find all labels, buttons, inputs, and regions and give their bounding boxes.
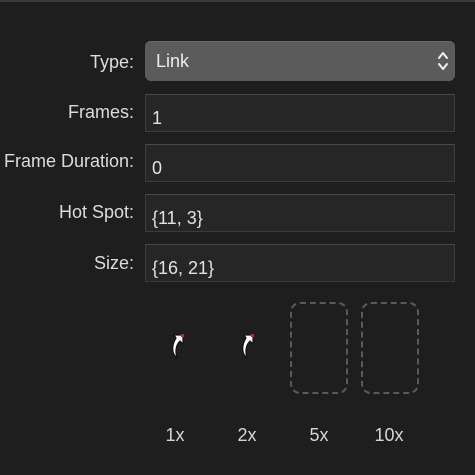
frames-label: Frames: — [67, 102, 134, 122]
preview-slot-5x[interactable] — [290, 302, 348, 394]
scale-label-10x: 10x — [374, 425, 404, 445]
type-label: Type: — [89, 52, 134, 72]
preview-slot-10x[interactable] — [361, 302, 419, 394]
cursor-inspector-panel: Type: Link Frames: 1 Frame Duration: 0 H… — [0, 0, 475, 475]
select-updown-icon — [438, 52, 448, 70]
frame-duration-field[interactable]: 0 — [145, 144, 455, 182]
top-divider — [0, 0, 475, 2]
link-cursor-icon — [242, 334, 254, 359]
type-select[interactable]: Link — [145, 41, 455, 81]
type-select-value: Link — [156, 51, 190, 71]
scale-label-2x: 2x — [237, 425, 257, 445]
size-field[interactable]: {16, 21} — [145, 244, 455, 282]
hot-spot-field[interactable]: {11, 3} — [145, 194, 455, 232]
hotspot-marker — [251, 334, 254, 337]
hotspot-marker — [181, 334, 184, 337]
frames-field[interactable]: 1 — [145, 94, 455, 132]
link-cursor-icon — [172, 334, 184, 359]
frame-duration-label: Frame Duration: — [3, 151, 134, 171]
size-label: Size: — [93, 253, 134, 273]
hot-spot-label: Hot Spot: — [58, 202, 134, 222]
scale-label-1x: 1x — [165, 425, 185, 445]
scale-label-5x: 5x — [309, 425, 329, 445]
